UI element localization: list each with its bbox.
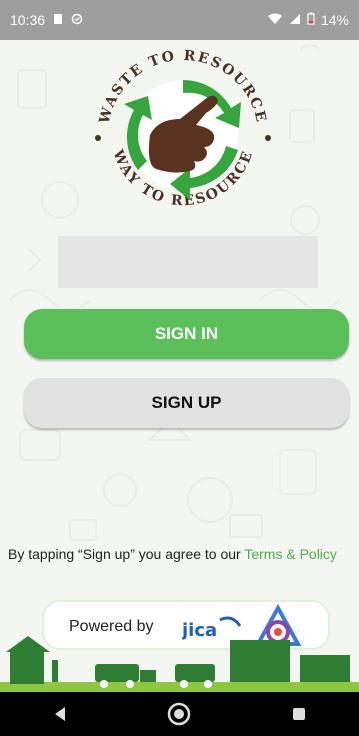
sign-up-label: SIGN UP: [151, 393, 222, 412]
battery-icon: [307, 12, 315, 28]
sign-up-button[interactable]: SIGN UP: [24, 378, 349, 428]
sign-in-label: SIGN IN: [154, 324, 219, 343]
waste-to-resource-logo: WASTE TO RESOURCE WAY TO RESOURCE: [95, 48, 271, 209]
wifi-icon: [267, 12, 283, 28]
battery-percent: 14%: [320, 12, 349, 28]
terms-policy-link[interactable]: Terms & Policy: [244, 546, 337, 562]
status-bar: 10:36 14%: [0, 0, 359, 40]
terms-notice: By tapping “Sign up” you agree to our Te…: [8, 546, 353, 563]
city-recycling-illustration: [0, 636, 359, 700]
recents-icon[interactable]: [279, 694, 319, 734]
sign-in-button[interactable]: SIGN IN: [24, 309, 349, 359]
notification-icon: [53, 12, 63, 28]
home-icon[interactable]: [159, 694, 199, 734]
sync-icon: [71, 12, 83, 28]
status-time: 10:36: [10, 12, 46, 28]
credential-input[interactable]: [58, 236, 318, 288]
back-icon[interactable]: [40, 694, 80, 734]
system-nav-bar: [0, 692, 359, 736]
signal-icon: [289, 12, 301, 28]
terms-prefix: By tapping “Sign up” you agree to our: [8, 546, 245, 562]
